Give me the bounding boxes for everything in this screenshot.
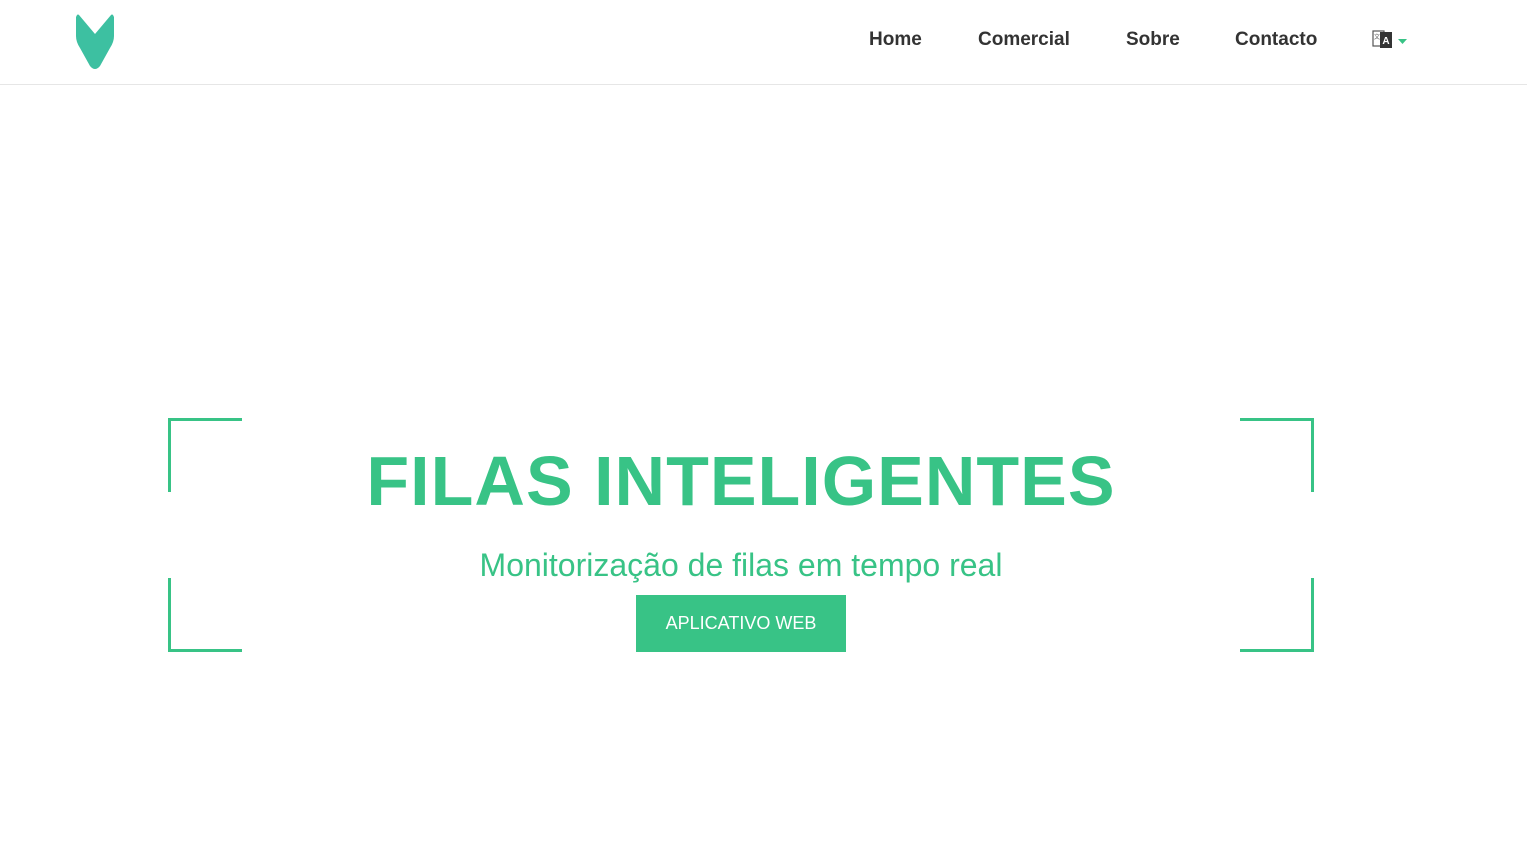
main-nav: Home Comercial Sobre Contacto A 文 <box>0 0 1527 84</box>
hero-section: FILAS INTELIGENTES Monitorização de fila… <box>0 85 1527 846</box>
caret-down-icon <box>1398 39 1407 44</box>
web-app-button[interactable]: APLICATIVO WEB <box>636 595 846 652</box>
hero-subtitle: Monitorização de filas em tempo real <box>479 547 1003 583</box>
svg-text:A: A <box>1382 36 1389 47</box>
nav-contacto-link[interactable]: Contacto <box>1235 27 1317 53</box>
nav-sobre-link[interactable]: Sobre <box>1126 27 1180 53</box>
nav-home-link[interactable]: Home <box>869 27 922 53</box>
frame-corner-bottom-left <box>168 578 242 652</box>
top-navbar: Home Comercial Sobre Contacto A 文 <box>0 0 1527 85</box>
hero-title: FILAS INTELIGENTES <box>366 442 1116 520</box>
translate-icon: A 文 <box>1372 30 1392 48</box>
language-dropdown[interactable]: A 文 <box>1372 29 1408 51</box>
nav-comercial-link[interactable]: Comercial <box>978 27 1070 53</box>
svg-text:文: 文 <box>1374 33 1380 41</box>
frame-corner-bottom-right <box>1240 578 1314 652</box>
